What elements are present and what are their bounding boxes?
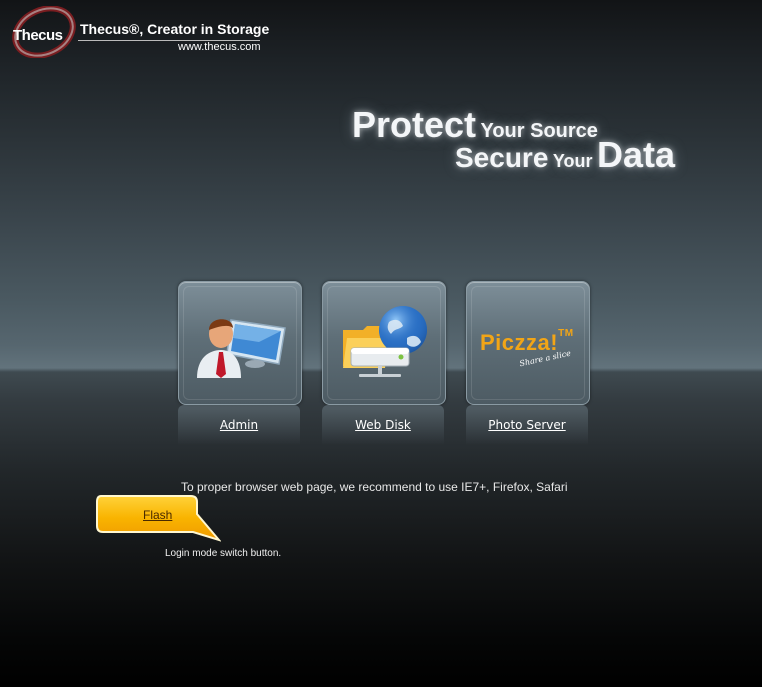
login-mode-hint: Login mode switch button. <box>165 548 282 559</box>
web-disk-link[interactable]: Web Disk <box>322 418 444 432</box>
logo-url: www.thecus.com <box>178 41 261 53</box>
flash-button-label[interactable]: Flash <box>143 508 172 522</box>
photo-server-tile[interactable]: Piczza!TM Share a slice <box>466 281 590 405</box>
logo-brand-text: Thecus <box>13 27 63 44</box>
headline-data: Data <box>596 134 676 175</box>
headline-line-2: Secure Your Data <box>455 134 675 176</box>
admin-link[interactable]: Admin <box>178 418 300 432</box>
thecus-logo: Thecus Thecus®, Creator in Storage www.t… <box>4 6 269 58</box>
browser-recommendation: To proper browser web page, we recommend… <box>181 480 568 494</box>
headline-secure: Secure <box>455 142 549 173</box>
web-disk-tile[interactable] <box>322 281 446 405</box>
admin-tile[interactable] <box>178 281 302 405</box>
admin-user-monitor-icon <box>197 319 286 378</box>
piczza-logo-text: Piczza! <box>480 330 559 355</box>
headline-your: Your <box>552 151 593 171</box>
flash-login-mode-button[interactable]: Flash <box>95 494 221 546</box>
logo-tagline: Thecus®, Creator in Storage <box>80 21 270 37</box>
web-disk-globe-folder-icon <box>343 306 427 377</box>
photo-server-link[interactable]: Photo Server <box>466 418 588 432</box>
headline: Protect Your Source Secure Your Data <box>350 104 730 184</box>
piczza-tm: TM <box>558 328 574 339</box>
